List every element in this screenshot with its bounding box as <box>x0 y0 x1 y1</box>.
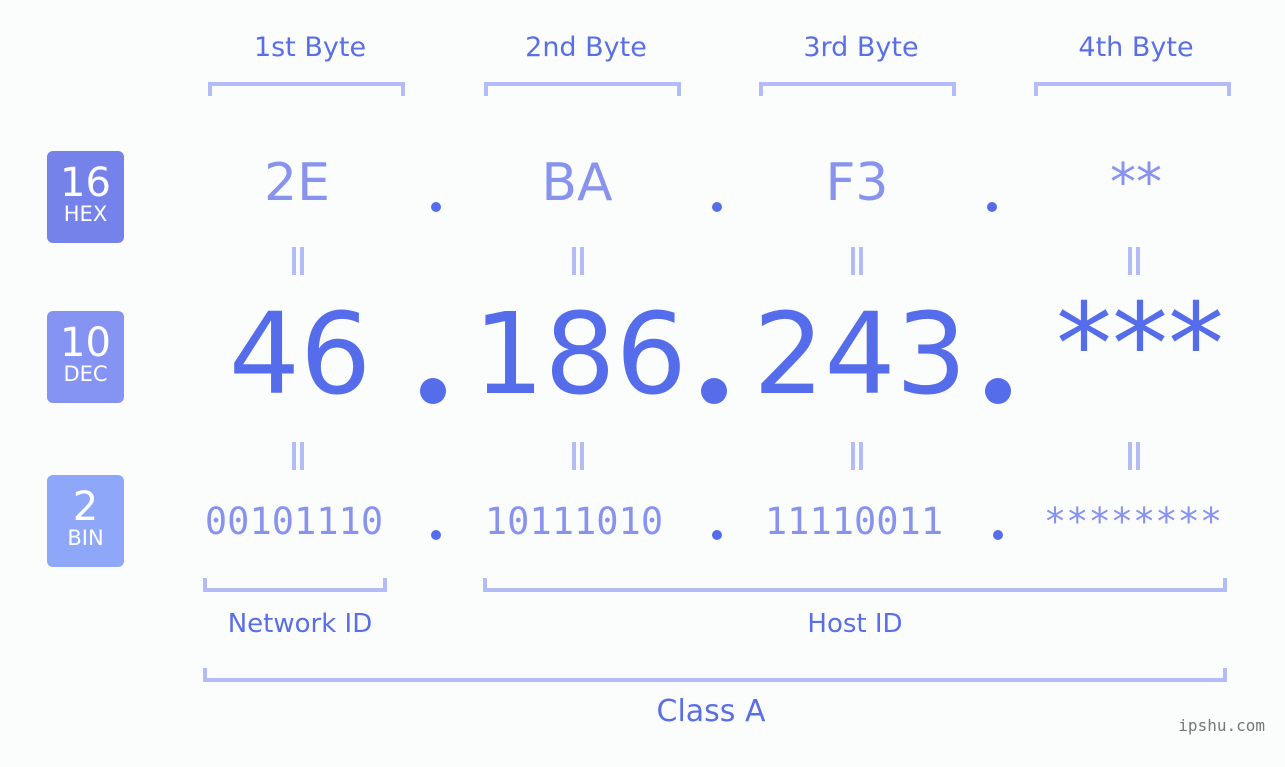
dec-separator-dot <box>985 378 1011 404</box>
dec-value-1: 46 <box>228 290 372 420</box>
equals-marker <box>1128 442 1140 470</box>
dec-badge-label: DEC <box>63 362 108 386</box>
byte-bracket-2 <box>484 82 681 96</box>
dec-badge: 10 DEC <box>47 311 124 403</box>
watermark: ipshu.com <box>1178 716 1265 735</box>
bin-badge: 2 BIN <box>47 475 124 567</box>
class-label: Class A <box>656 694 766 729</box>
dec-value-3: 243 <box>753 290 967 420</box>
equals-marker <box>851 442 863 470</box>
dec-badge-number: 10 <box>60 320 111 366</box>
bin-separator-dot <box>712 530 722 540</box>
equals-marker <box>851 247 863 275</box>
byte-header-2: 2nd Byte <box>525 32 647 63</box>
dec-value-2: 186 <box>473 290 687 420</box>
equals-marker <box>572 442 584 470</box>
network-id-label: Network ID <box>227 609 373 639</box>
dec-separator-dot <box>701 378 727 404</box>
hex-separator-dot <box>712 202 722 212</box>
hex-badge-number: 16 <box>60 160 111 206</box>
hex-separator-dot <box>431 202 441 212</box>
class-bracket <box>203 668 1227 682</box>
bin-value-2: 10111010 <box>484 500 664 543</box>
bin-value-4: ******** <box>1043 500 1223 543</box>
bin-badge-number: 2 <box>72 484 99 530</box>
hex-value-3: F3 <box>825 153 889 213</box>
byte-header-3: 3rd Byte <box>803 32 919 63</box>
dec-separator-dot <box>420 378 446 404</box>
equals-marker <box>572 247 584 275</box>
hex-badge-label: HEX <box>63 202 108 226</box>
bin-separator-dot <box>431 530 441 540</box>
bin-badge-label: BIN <box>67 526 104 550</box>
byte-bracket-4 <box>1034 82 1231 96</box>
equals-marker <box>1128 247 1140 275</box>
byte-header-4: 4th Byte <box>1078 32 1194 63</box>
hex-badge: 16 HEX <box>47 151 124 243</box>
hex-value-1: 2E <box>264 153 330 213</box>
byte-bracket-3 <box>759 82 956 96</box>
dec-value-4: *** <box>1056 280 1224 410</box>
byte-bracket-1 <box>208 82 405 96</box>
bin-separator-dot <box>993 530 1003 540</box>
equals-marker <box>292 442 304 470</box>
hex-value-4: ** <box>1110 153 1162 213</box>
host-id-label: Host ID <box>807 609 903 639</box>
equals-marker <box>292 247 304 275</box>
hex-value-2: BA <box>541 153 613 213</box>
bin-value-3: 11110011 <box>764 500 944 543</box>
host-id-bracket <box>483 578 1227 592</box>
hex-separator-dot <box>987 202 997 212</box>
byte-header-1: 1st Byte <box>253 32 367 63</box>
bin-value-1: 00101110 <box>204 500 384 543</box>
network-id-bracket <box>203 578 387 592</box>
